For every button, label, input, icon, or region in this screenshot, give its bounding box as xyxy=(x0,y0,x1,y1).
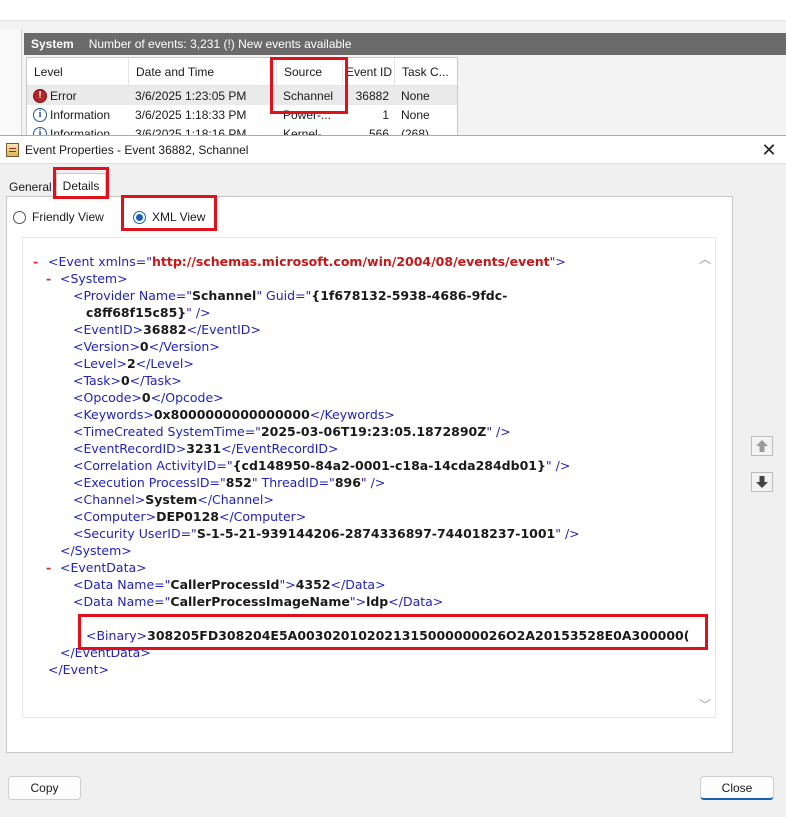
row-date: 3/6/2025 1:23:05 PM xyxy=(135,88,247,103)
xml-view-option[interactable]: XML View xyxy=(133,210,205,224)
close-icon[interactable]: ✕ xyxy=(758,139,780,161)
chevron-down-icon[interactable]: ﹀ xyxy=(698,698,712,712)
xml-line-binary: <Binary>308205FD308204E5A003020102021315… xyxy=(86,628,690,643)
xml-line-eventid: <EventID>36882</EventID> xyxy=(73,322,261,337)
info-icon: i xyxy=(33,107,47,122)
xml-line-provider-cont: c8ff68f15c85}" /> xyxy=(86,305,211,320)
column-level[interactable]: Level xyxy=(27,58,129,85)
xml-line-channel: <Channel>System</Channel> xyxy=(73,492,274,507)
xml-line-execution: <Execution ProcessID="852" ThreadID="896… xyxy=(73,475,386,490)
xml-viewer[interactable]: - <Event xmlns="http://schemas.microsoft.… xyxy=(22,237,716,718)
xml-line-data-imagename: <Data Name="CallerProcessImageName">ldp<… xyxy=(73,594,444,609)
tab-general[interactable]: General xyxy=(9,180,52,194)
row-date: 3/6/2025 1:18:33 PM xyxy=(135,107,247,122)
xml-line-system: - <System> xyxy=(46,270,128,287)
xml-line-keywords: <Keywords>0x8000000000000000</Keywords> xyxy=(73,407,395,422)
xml-line-recordid: <EventRecordID>3231</EventRecordID> xyxy=(73,441,339,456)
log-header: System Number of events: 3,231 (!) New e… xyxy=(24,33,786,55)
dialog-titlebar: Event Properties - Event 36882, Schannel… xyxy=(0,136,786,164)
error-icon: ! xyxy=(33,88,47,103)
chevron-up-icon[interactable]: ︿ xyxy=(698,252,712,266)
tab-details[interactable]: Details xyxy=(56,173,106,197)
arrow-up-icon xyxy=(756,440,768,452)
xml-line-blank xyxy=(23,610,707,627)
xml-line-provider: <Provider Name="Schannel" Guid="{1f67813… xyxy=(73,288,508,303)
friendly-view-option[interactable]: Friendly View xyxy=(13,210,104,224)
row-source: Schannel xyxy=(283,88,334,103)
row-source: Power-... xyxy=(283,107,332,122)
xml-line-opcode: <Opcode>0</Opcode> xyxy=(73,390,224,405)
xml-line-eventdata-close: </EventData> xyxy=(60,645,151,660)
row-level: Information xyxy=(50,107,111,122)
column-source[interactable]: Source xyxy=(277,58,343,85)
xml-line-computer: <Computer>DEP0128</Computer> xyxy=(73,509,307,524)
friendly-view-label: Friendly View xyxy=(32,210,104,224)
column-event-id[interactable]: Event ID xyxy=(343,58,395,85)
row-event-id: 1 xyxy=(382,107,389,122)
event-list[interactable]: Level Date and Time Source Event ID Task… xyxy=(26,57,458,137)
xml-line-level: <Level>2</Level> xyxy=(73,356,194,371)
log-name: System xyxy=(31,37,74,51)
dialog-title: Event Properties - Event 36882, Schannel xyxy=(25,142,249,157)
friendly-view-radio[interactable] xyxy=(13,210,26,224)
event-properties-icon xyxy=(6,142,19,157)
collapse-event-toggle[interactable]: - xyxy=(33,253,38,270)
xml-view-radio[interactable] xyxy=(133,210,146,224)
next-event-button[interactable] xyxy=(751,472,773,492)
table-row[interactable]: ! Error 3/6/2025 1:23:05 PM Schannel 3688… xyxy=(27,86,457,105)
xml-line-system-close: </System> xyxy=(60,543,132,558)
log-event-count: Number of events: 3,231 (!) New events a… xyxy=(88,37,352,51)
arrow-down-icon xyxy=(756,476,768,488)
xml-line-eventdata: - <EventData> xyxy=(46,559,147,576)
row-level: Error xyxy=(50,88,77,103)
top-window-strip xyxy=(0,0,786,21)
xml-view-label: XML View xyxy=(152,210,206,224)
row-event-id: 36882 xyxy=(355,88,389,103)
event-properties-dialog: Event Properties - Event 36882, Schannel… xyxy=(0,135,786,817)
column-date-time[interactable]: Date and Time xyxy=(129,58,277,85)
xml-content: - <Event xmlns="http://schemas.microsoft.… xyxy=(23,253,707,678)
xml-line-event: - <Event xmlns="http://schemas.microsoft.… xyxy=(33,253,566,270)
xml-line-security: <Security UserID="S-1-5-21-939144206-287… xyxy=(73,526,580,541)
table-row[interactable]: i Information 3/6/2025 1:18:33 PM Power-.… xyxy=(27,105,457,124)
collapse-system-toggle[interactable]: - xyxy=(46,270,51,287)
close-button[interactable]: Close xyxy=(700,776,774,800)
copy-button[interactable]: Copy xyxy=(8,776,81,800)
row-task: None xyxy=(401,88,430,103)
xml-line-data-processid: <Data Name="CallerProcessId">4352</Data> xyxy=(73,577,386,592)
xml-line-task: <Task>0</Task> xyxy=(73,373,182,388)
xml-line-timecreated: <TimeCreated SystemTime="2025-03-06T19:2… xyxy=(73,424,511,439)
xml-line-event-close: </Event> xyxy=(48,662,109,677)
event-list-header: Level Date and Time Source Event ID Task… xyxy=(27,58,457,86)
previous-event-button[interactable] xyxy=(751,436,773,456)
row-task: None xyxy=(401,107,430,122)
column-task-category[interactable]: Task C... xyxy=(395,58,457,85)
xml-vertical-scrollbar[interactable]: ︿ ﹀ xyxy=(698,252,712,712)
xml-line-version: <Version>0</Version> xyxy=(73,339,220,354)
xml-line-correlation: <Correlation ActivityID="{cd148950-84a2-… xyxy=(73,458,571,473)
collapse-eventdata-toggle[interactable]: - xyxy=(46,559,51,576)
